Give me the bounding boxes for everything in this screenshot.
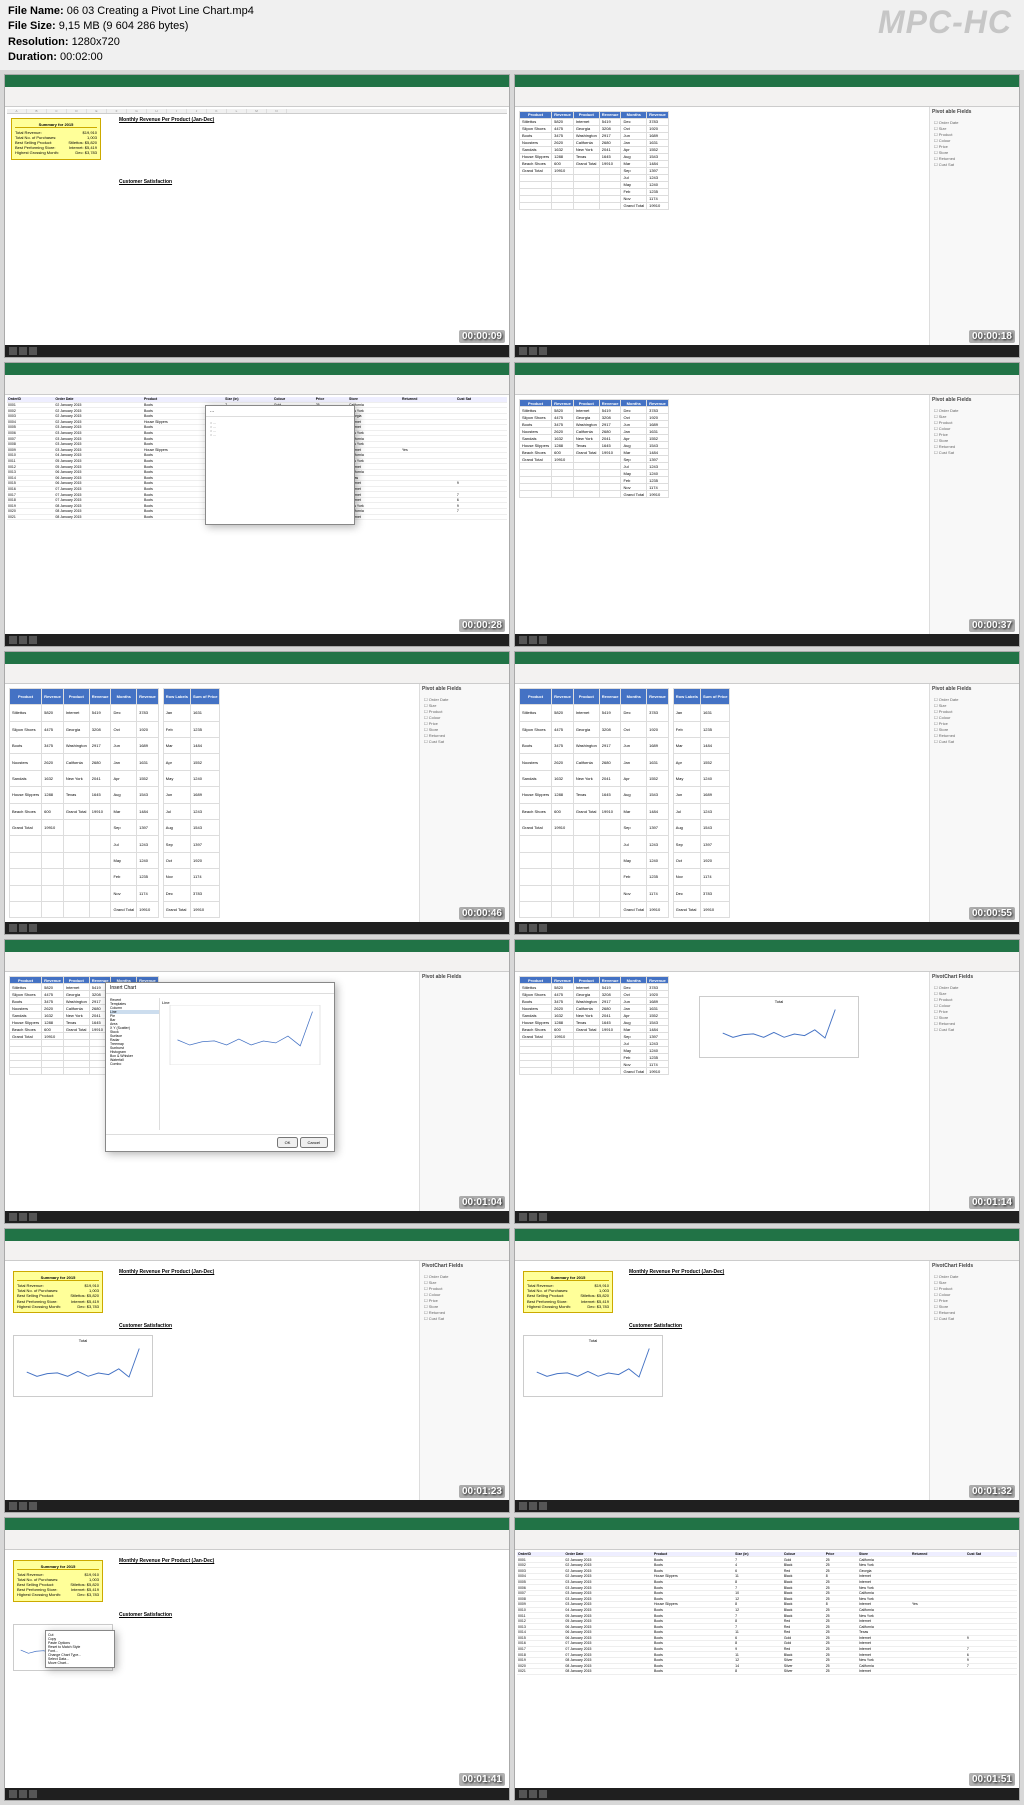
pivot-field-panel[interactable]: Pivot able Fields ☐ Order Date☐ Size☐ Pr…	[929, 107, 1019, 346]
timestamp: 00:00:28	[459, 619, 505, 632]
frame-8[interactable]: ProductRevenueProductRevenueMonthsRevenu…	[514, 939, 1020, 1224]
section-title: Customer Satisfaction	[119, 179, 172, 185]
frame-3[interactable]: OrderIDOrder DateProductSize (in)ColourP…	[4, 362, 510, 647]
section-title: Monthly Revenue Per Product (Jan-Dec)	[119, 117, 214, 123]
frame-10[interactable]: Summary for 2015 Total Revenue:$19,910 T…	[514, 1228, 1020, 1513]
frame-6[interactable]: ProductRevenueProductRevenueMonthsRevenu…	[514, 651, 1020, 936]
timestamp: 00:00:18	[969, 330, 1015, 343]
file-name: 06 03 Creating a Pivot Line Chart.mp4	[67, 5, 254, 17]
label: Resolution:	[8, 36, 69, 48]
pivot-chart[interactable]: Total	[699, 996, 859, 1058]
file-info-header: File Name: 06 03 Creating a Pivot Line C…	[0, 0, 1024, 70]
frame-2[interactable]: ProductRevenueProductRevenueMonthsRevenu…	[514, 74, 1020, 359]
frame-11[interactable]: Summary for 2015 Total Revenue:$19,910 T…	[4, 1517, 510, 1802]
timestamp: 00:00:09	[459, 330, 505, 343]
frame-7[interactable]: ProductRevenueProductRevenueMonthsRevenu…	[4, 939, 510, 1224]
pivot-chart[interactable]: Total	[13, 1335, 153, 1397]
pivot-table[interactable]: ProductRevenueProductRevenueMonthsRevenu…	[519, 976, 669, 1075]
row-labels-table[interactable]: Row LabelsSum of PriceJan1631Feb1235Mar1…	[673, 688, 731, 919]
taskbar	[5, 345, 509, 357]
context-menu[interactable]: CutCopyPaste OptionsReset to Match Style…	[45, 1630, 115, 1668]
watermark: MPC-HC	[878, 4, 1012, 41]
timestamp: 00:01:41	[459, 1773, 505, 1786]
timestamp: 00:00:55	[969, 907, 1015, 920]
pivot-table[interactable]: ProductRevenueProductRevenueMonthsRevenu…	[519, 399, 669, 498]
thumbnail-grid: ABCDEFGHIJKLMN Summary for 2015 Total Re…	[0, 70, 1024, 1805]
dialog-group[interactable]: ... ○ ...○ ...○ ...○ ...	[205, 405, 355, 525]
timestamp: 00:00:46	[459, 907, 505, 920]
label: Duration:	[8, 51, 57, 63]
label: File Name:	[8, 5, 64, 17]
frame-9[interactable]: Summary for 2015 Total Revenue:$19,910 T…	[4, 1228, 510, 1513]
file-size: 9,15 MB (9 604 286 bytes)	[59, 20, 189, 32]
timestamp: 00:01:23	[459, 1485, 505, 1498]
pivot-table[interactable]: ProductRevenueProductRevenueMonthsRevenu…	[519, 688, 669, 919]
ok-button[interactable]: OK	[277, 1137, 299, 1148]
insert-chart-dialog[interactable]: Insert Chart RecentTemplatesColumnLinePi…	[105, 982, 335, 1152]
duration: 00:02:00	[60, 51, 103, 63]
pivot-table[interactable]: ProductRevenueProductRevenueMonthsRevenu…	[519, 111, 669, 210]
label: File Size:	[8, 20, 56, 32]
chart-preview	[162, 1005, 328, 1065]
pivot-table[interactable]: ProductRevenueProductRevenueMonthsRevenu…	[9, 688, 159, 919]
cancel-button[interactable]: Cancel	[300, 1137, 328, 1148]
timestamp: 00:01:32	[969, 1485, 1015, 1498]
timestamp: 00:00:37	[969, 619, 1015, 632]
frame-4[interactable]: ProductRevenueProductRevenueMonthsRevenu…	[514, 362, 1020, 647]
timestamp: 00:01:51	[969, 1773, 1015, 1786]
timestamp: 00:01:14	[969, 1196, 1015, 1209]
frame-5[interactable]: ProductRevenueProductRevenueMonthsRevenu…	[4, 651, 510, 936]
row-labels-table[interactable]: Row LabelsSum of PriceJan1631Feb1235Mar1…	[163, 688, 221, 919]
frame-1[interactable]: ABCDEFGHIJKLMN Summary for 2015 Total Re…	[4, 74, 510, 359]
summary-box: Summary for 2015 Total Revenue:$19,910 T…	[11, 118, 101, 160]
chart-type-list[interactable]: RecentTemplatesColumnLinePieBarAreaX Y (…	[110, 998, 160, 1130]
timestamp: 00:01:04	[459, 1196, 505, 1209]
raw-data-table[interactable]: OrderIDOrder DateProductSize (in)ColourP…	[517, 1552, 1017, 1675]
resolution: 1280x720	[72, 36, 120, 48]
frame-12[interactable]: OrderIDOrder DateProductSize (in)ColourP…	[514, 1517, 1020, 1802]
